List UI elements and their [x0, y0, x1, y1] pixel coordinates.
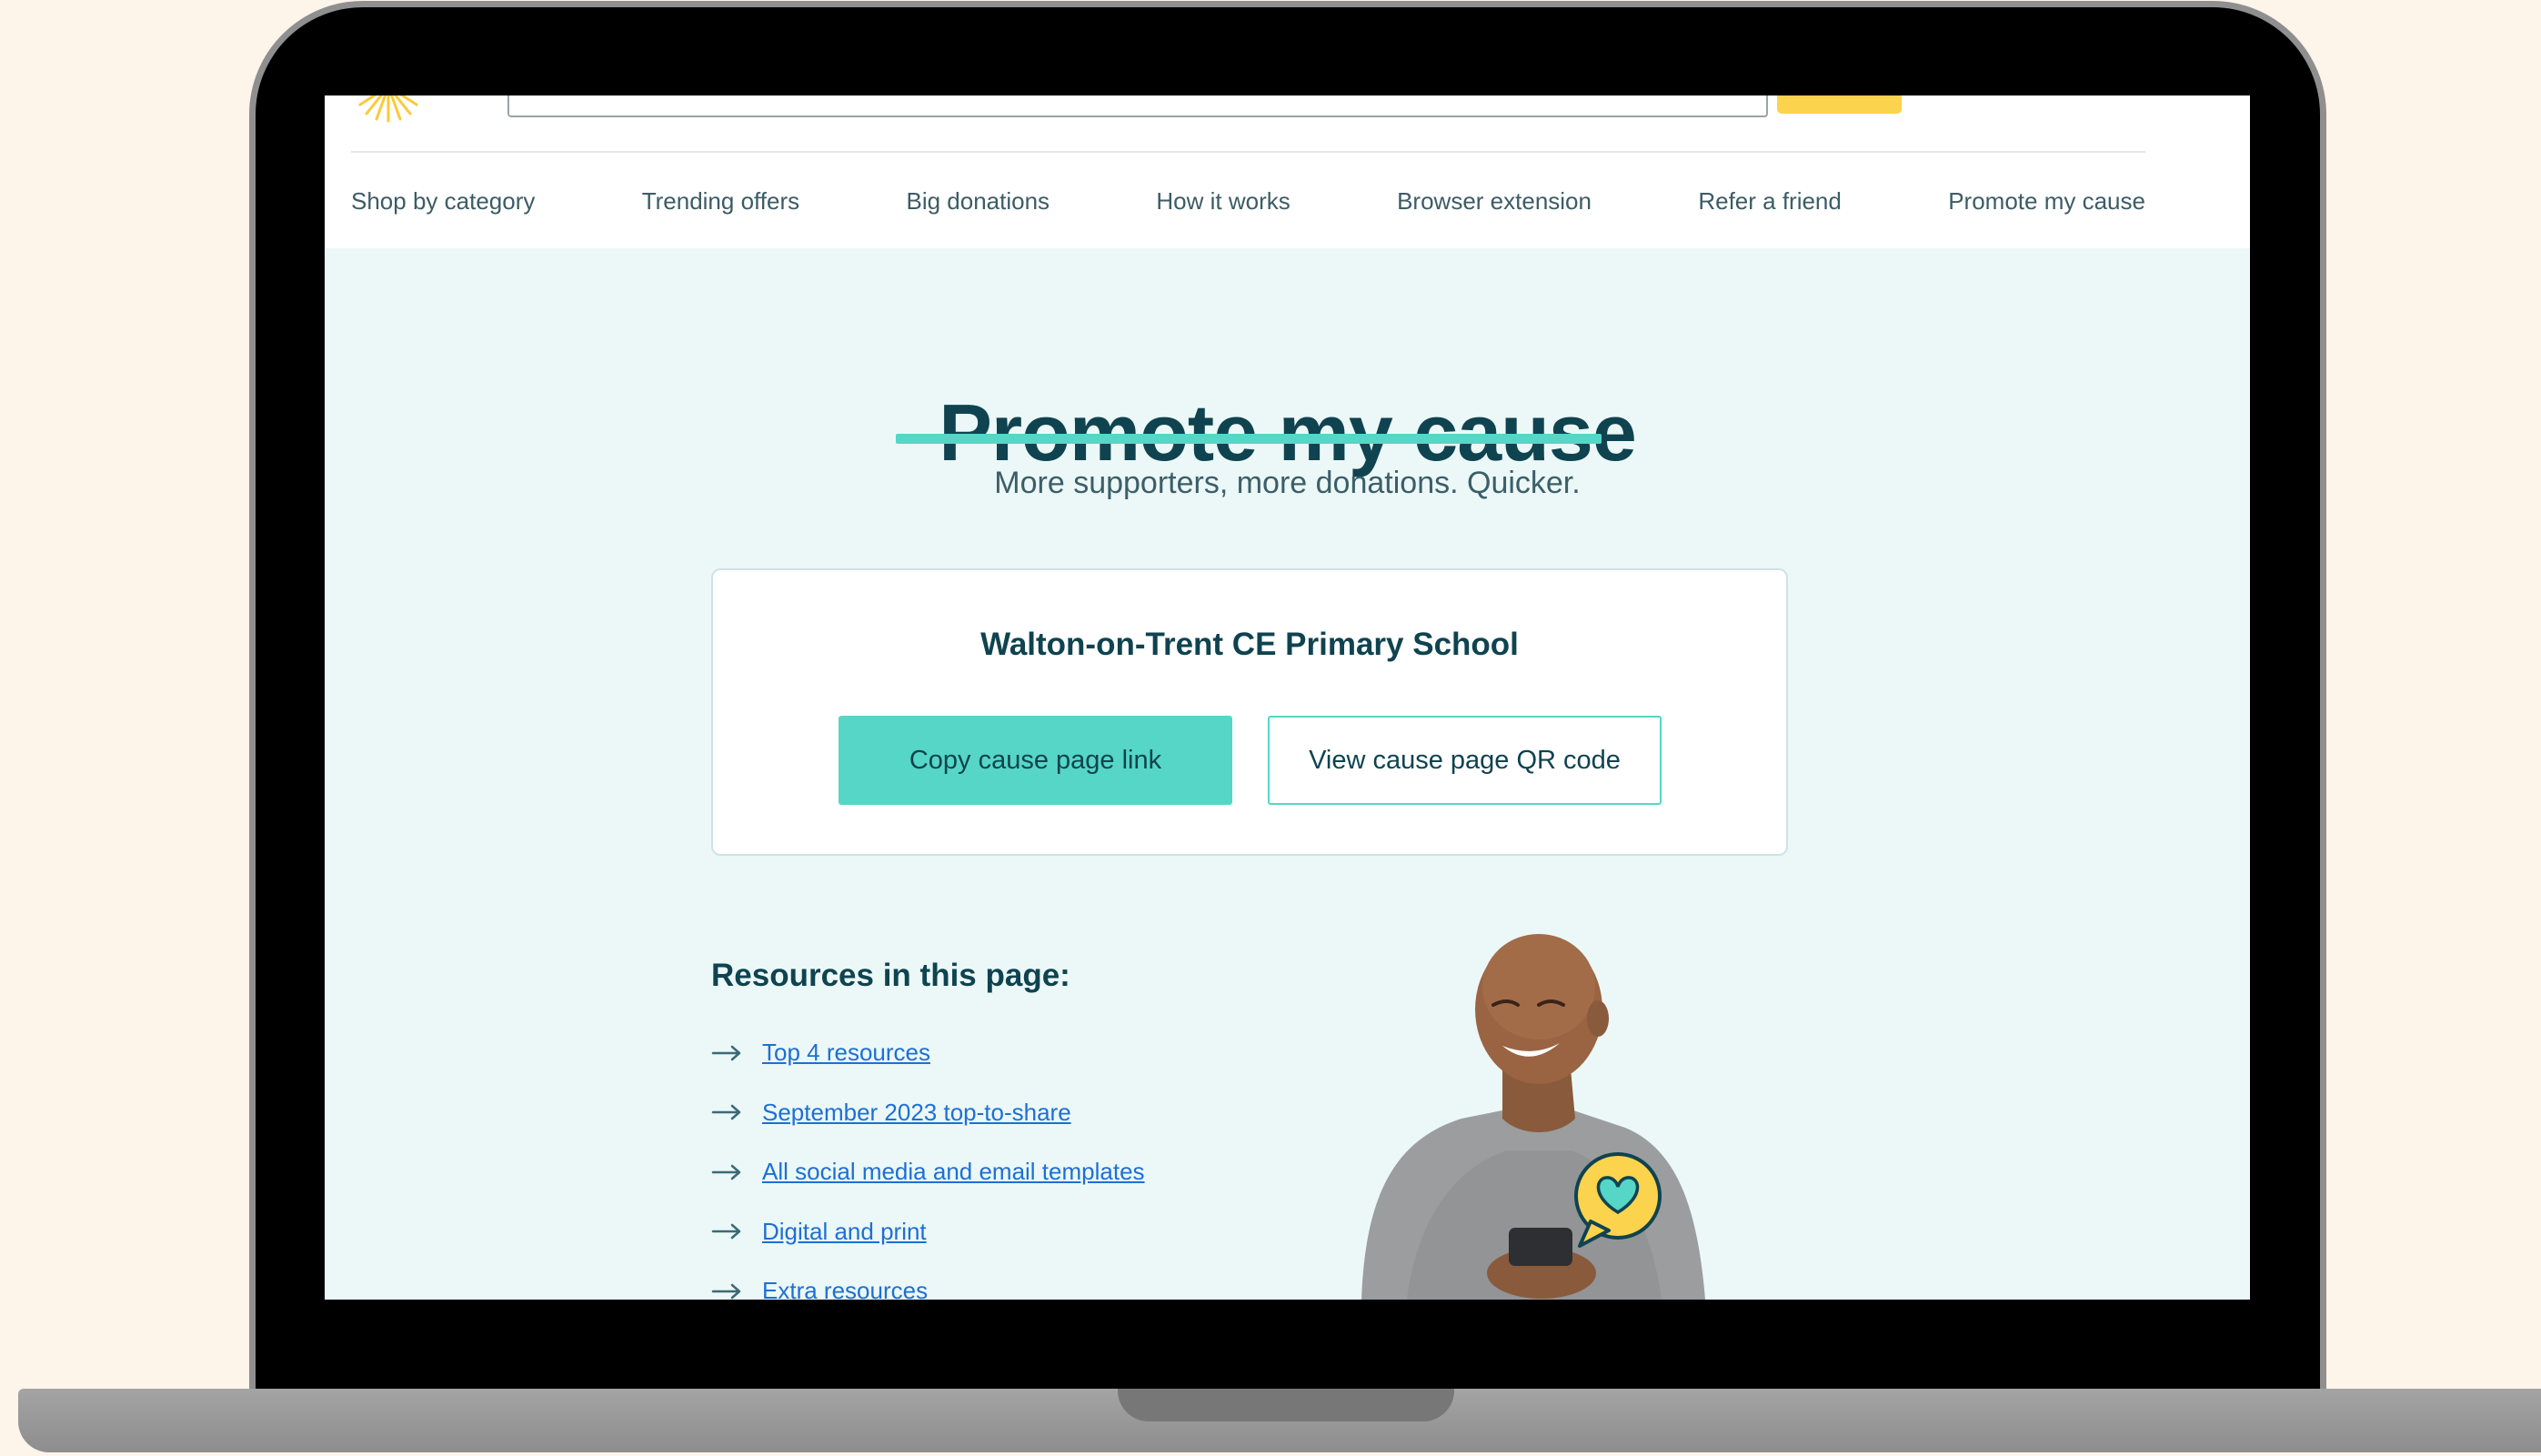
arrow-right-icon	[711, 1105, 741, 1120]
nav-trending-offers[interactable]: Trending offers	[642, 187, 799, 216]
view-qr-code-button[interactable]: View cause page QR code	[1268, 716, 1662, 805]
copy-cause-link-button[interactable]: Copy cause page link	[839, 716, 1232, 805]
resource-list: Top 4 resources September 2023 top-to-sh…	[711, 1023, 1145, 1300]
resource-item[interactable]: All social media and email templates	[711, 1142, 1145, 1202]
arrow-right-icon	[711, 1045, 741, 1060]
title-underline	[896, 434, 1602, 444]
search-input[interactable]	[507, 95, 1768, 117]
resource-link-digital-print[interactable]: Digital and print	[762, 1218, 927, 1246]
resource-item[interactable]: September 2023 top-to-share	[711, 1083, 1145, 1143]
nav-browser-extension[interactable]: Browser extension	[1397, 187, 1592, 216]
resource-item[interactable]: Extra resources	[711, 1261, 1145, 1300]
resource-link-top-4[interactable]: Top 4 resources	[762, 1039, 930, 1067]
arrow-right-icon	[711, 1283, 741, 1299]
resource-link-extra[interactable]: Extra resources	[762, 1277, 928, 1300]
laptop-notch	[1118, 1389, 1454, 1421]
header-divider	[351, 151, 2145, 153]
main-nav: Shop by category Trending offers Big don…	[351, 174, 2145, 228]
cause-card: Walton-on-Trent CE Primary School Copy c…	[711, 568, 1788, 856]
resource-link-september-2023[interactable]: September 2023 top-to-share	[762, 1099, 1071, 1127]
sun-logo-icon[interactable]	[357, 95, 420, 123]
arrow-right-icon	[711, 1164, 741, 1180]
nav-how-it-works[interactable]: How it works	[1156, 187, 1290, 216]
cause-name: Walton-on-Trent CE Primary School	[980, 627, 1519, 662]
arrow-right-icon	[711, 1224, 741, 1240]
person-with-phone-illustration	[1361, 934, 1705, 1300]
nav-big-donations[interactable]: Big donations	[906, 187, 1050, 216]
resource-item[interactable]: Digital and print	[711, 1202, 1145, 1262]
site-header: Shop by category Trending offers Big don…	[325, 95, 2250, 248]
browser-screen: Shop by category Trending offers Big don…	[325, 95, 2250, 1300]
resource-item[interactable]: Top 4 resources	[711, 1023, 1145, 1083]
nav-promote-my-cause[interactable]: Promote my cause	[1948, 187, 2145, 216]
page-subtitle: More supporters, more donations. Quicker…	[994, 466, 1581, 500]
page-title: Promote my cause	[939, 387, 1637, 477]
nav-refer-a-friend[interactable]: Refer a friend	[1698, 187, 1842, 216]
resources-heading: Resources in this page:	[711, 958, 1070, 993]
search-button[interactable]	[1777, 95, 1902, 114]
resource-link-social-templates[interactable]: All social media and email templates	[762, 1158, 1145, 1186]
nav-shop-by-category[interactable]: Shop by category	[351, 187, 535, 216]
